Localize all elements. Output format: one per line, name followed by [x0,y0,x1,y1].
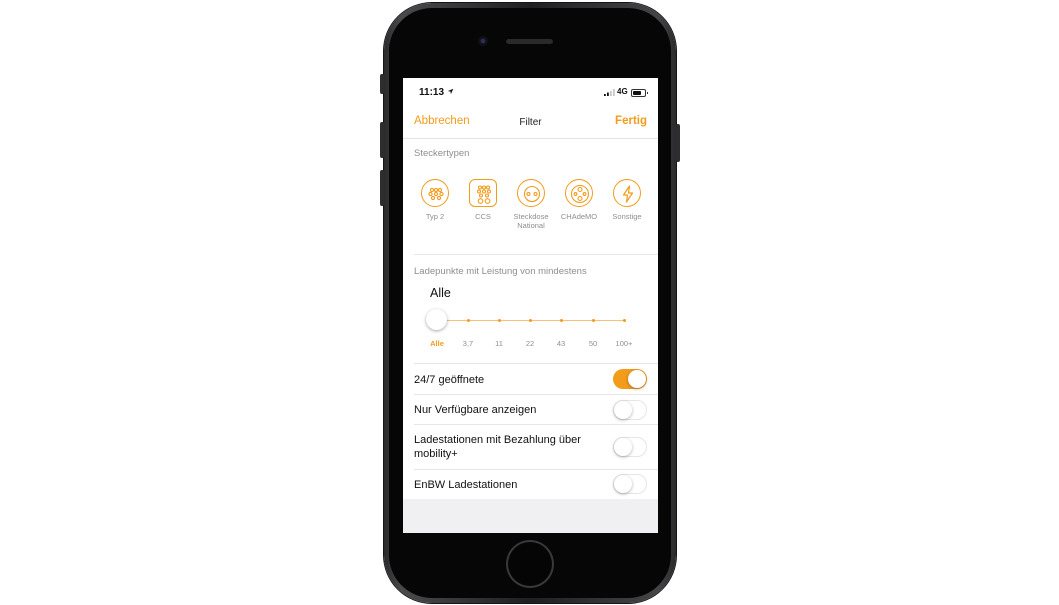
slider-tick-label[interactable]: 3,7 [453,339,483,348]
slider-tick-label[interactable]: 43 [546,339,576,348]
mute-switch [380,74,384,94]
connector-type-list: Typ 2 CCS Steckdose National CHAdeMO Son… [411,179,651,249]
done-button[interactable]: Fertig [615,115,647,127]
status-bar: 11:13 4G [403,78,658,106]
section-divider [414,254,658,255]
slider-tick [623,319,626,322]
signal-strength-icon [604,89,615,96]
slider-tick [498,319,501,322]
status-time: 11:13 [419,87,445,98]
connector-typ2[interactable]: Typ 2 [411,179,459,221]
navigation-bar: Abbrechen Filter Fertig [403,106,658,139]
slider-tick [529,319,532,322]
front-camera-icon [478,36,488,46]
toggle-row-open-24-7: 24/7 geöffnete [403,364,658,395]
connector-ccs[interactable]: CCS [459,179,507,221]
connector-chademo[interactable]: CHAdeMO [555,179,603,221]
slider-tick [592,319,595,322]
power-slider-knob[interactable] [426,309,447,330]
home-button[interactable] [508,542,552,586]
slider-tick-label[interactable]: 50 [578,339,608,348]
connector-sonstige[interactable]: Sonstige [603,179,651,221]
connector-label: CCS [475,212,491,221]
mobility-payment-toggle[interactable] [613,437,647,457]
volume-down-button [380,170,384,206]
power-section-heading: Ladepunkte mit Leistung von mindestens [414,266,587,277]
earpiece-speaker [506,39,553,44]
toggle-row-available-only: Nur Verfügbare anzeigen [403,395,658,425]
toggle-label: 24/7 geöffnete [414,374,485,386]
toggle-row-enbw-stations: EnBW Ladestationen [403,470,658,499]
toggle-row-mobility-payment: Ladestationen mit Bezahlung über mobilit… [403,425,658,470]
power-button [676,124,680,162]
network-type: 4G [617,87,628,96]
toggle-label: Nur Verfügbare anzeigen [414,404,537,416]
lightning-icon [622,185,634,203]
power-slider-track[interactable] [436,319,626,322]
toggle-label: EnBW Ladestationen [414,479,518,491]
slider-tick-label[interactable]: 22 [515,339,545,348]
connector-label: CHAdeMO [560,212,598,221]
typ2-plug-icon [428,187,444,201]
slider-tick [467,319,470,322]
toggle-label: Ladestationen mit Bezahlung über mobilit… [414,434,581,460]
battery-icon [631,89,648,97]
slider-tick-label[interactable]: 11 [484,339,514,348]
connector-label: Typ 2 [425,212,445,221]
filter-content: Steckertypen Typ 2 CCS Steckdose Nationa… [403,139,658,499]
connector-steckdose[interactable]: Steckdose National [507,179,555,230]
slider-tick [560,319,563,322]
power-current-value: Alle [430,286,451,300]
available-only-toggle[interactable] [613,400,647,420]
ccs-plug-icon [476,185,492,204]
slider-tick-label[interactable]: Alle [422,339,452,348]
household-socket-icon [523,185,541,203]
connector-label: Steckdose National [513,212,549,230]
chademo-plug-icon [570,184,590,204]
app-screen: 11:13 4G Abbrechen Filter Fertig Stecker… [403,78,658,533]
location-arrow-icon [447,88,454,95]
enbw-stations-toggle[interactable] [613,474,647,494]
slider-tick-label[interactable]: 100+ [609,339,639,348]
connector-section-heading: Steckertypen [414,148,470,159]
connector-label: Sonstige [612,212,642,221]
volume-up-button [380,122,384,158]
open-24-7-toggle[interactable] [613,369,647,389]
